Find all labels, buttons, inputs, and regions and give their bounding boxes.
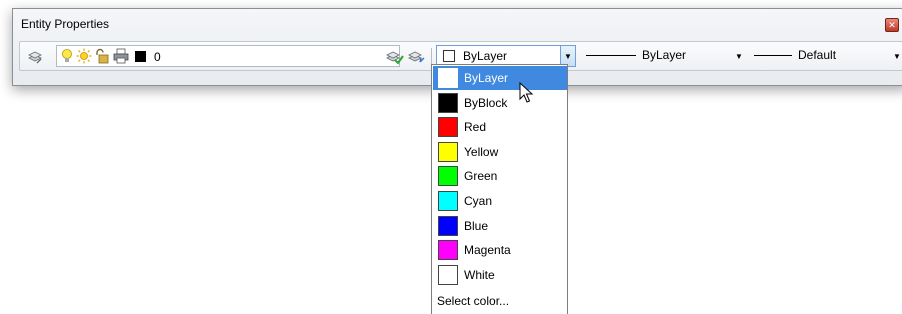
- mouse-pointer-icon: [519, 81, 535, 104]
- layer-combo[interactable]: 0 ▼: [56, 45, 400, 67]
- color-option-blue[interactable]: Blue: [433, 214, 567, 238]
- select-color-option[interactable]: Select color...: [437, 294, 509, 308]
- color-dropdown-list: ByLayer ByBlock Red Yellow Green Cyan Bl…: [431, 64, 568, 314]
- layer-color-swatch: [135, 51, 146, 62]
- color-option-label: Blue: [464, 219, 489, 233]
- chevron-down-icon[interactable]: ▼: [560, 46, 575, 66]
- chevron-down-icon[interactable]: ▼: [890, 46, 902, 66]
- title-bar[interactable]: Entity Properties ✕: [13, 9, 902, 39]
- color-swatch: [438, 142, 458, 162]
- color-option-label: Cyan: [464, 194, 493, 208]
- color-option-label: Red: [464, 120, 487, 134]
- printer-icon[interactable]: [112, 47, 130, 65]
- lineweight-value: Default: [798, 48, 837, 62]
- color-option-label: ByBlock: [464, 96, 508, 110]
- layer-name: 0: [154, 50, 161, 64]
- color-swatch: [438, 216, 458, 236]
- layer-stack-icon[interactable]: [26, 48, 44, 66]
- color-option-byblock[interactable]: ByBlock: [433, 91, 567, 115]
- color-option-magenta[interactable]: Magenta: [433, 238, 567, 262]
- linetype-combo[interactable]: ByLayer ▼: [580, 45, 746, 67]
- color-option-label: White: [464, 268, 495, 282]
- color-swatch: [438, 68, 458, 88]
- color-option-label: Green: [464, 169, 498, 183]
- color-swatch: [438, 265, 458, 285]
- color-swatch: [443, 50, 455, 62]
- lineweight-sample: [754, 55, 792, 56]
- color-option-red[interactable]: Red: [433, 115, 567, 139]
- linetype-value: ByLayer: [642, 48, 687, 62]
- close-icon[interactable]: ✕: [885, 18, 899, 32]
- color-option-label: Magenta: [464, 243, 511, 257]
- chevron-down-icon[interactable]: ▼: [732, 46, 746, 66]
- color-option-yellow[interactable]: Yellow: [433, 140, 567, 164]
- window-title: Entity Properties: [21, 17, 110, 31]
- color-option-cyan[interactable]: Cyan: [433, 189, 567, 213]
- color-swatch: [438, 191, 458, 211]
- lineweight-combo[interactable]: Default ▼: [748, 45, 902, 67]
- color-swatch: [438, 240, 458, 260]
- color-option-green[interactable]: Green: [433, 164, 567, 188]
- color-combo-value: ByLayer: [463, 49, 508, 63]
- color-swatch: [438, 166, 458, 186]
- padlock-icon[interactable]: [93, 47, 111, 65]
- color-option-label: Yellow: [464, 145, 499, 159]
- linetype-sample: [586, 55, 636, 56]
- color-swatch: [438, 117, 458, 137]
- lightbulb-icon[interactable]: [58, 47, 76, 65]
- color-option-white[interactable]: White: [433, 263, 567, 287]
- color-option-label: ByLayer: [464, 71, 509, 85]
- color-option-bylayer[interactable]: ByLayer: [433, 66, 567, 90]
- layer-previous-icon[interactable]: [408, 48, 426, 66]
- color-swatch: [438, 93, 458, 113]
- layer-check-icon[interactable]: [386, 48, 404, 66]
- sun-icon[interactable]: [75, 47, 93, 65]
